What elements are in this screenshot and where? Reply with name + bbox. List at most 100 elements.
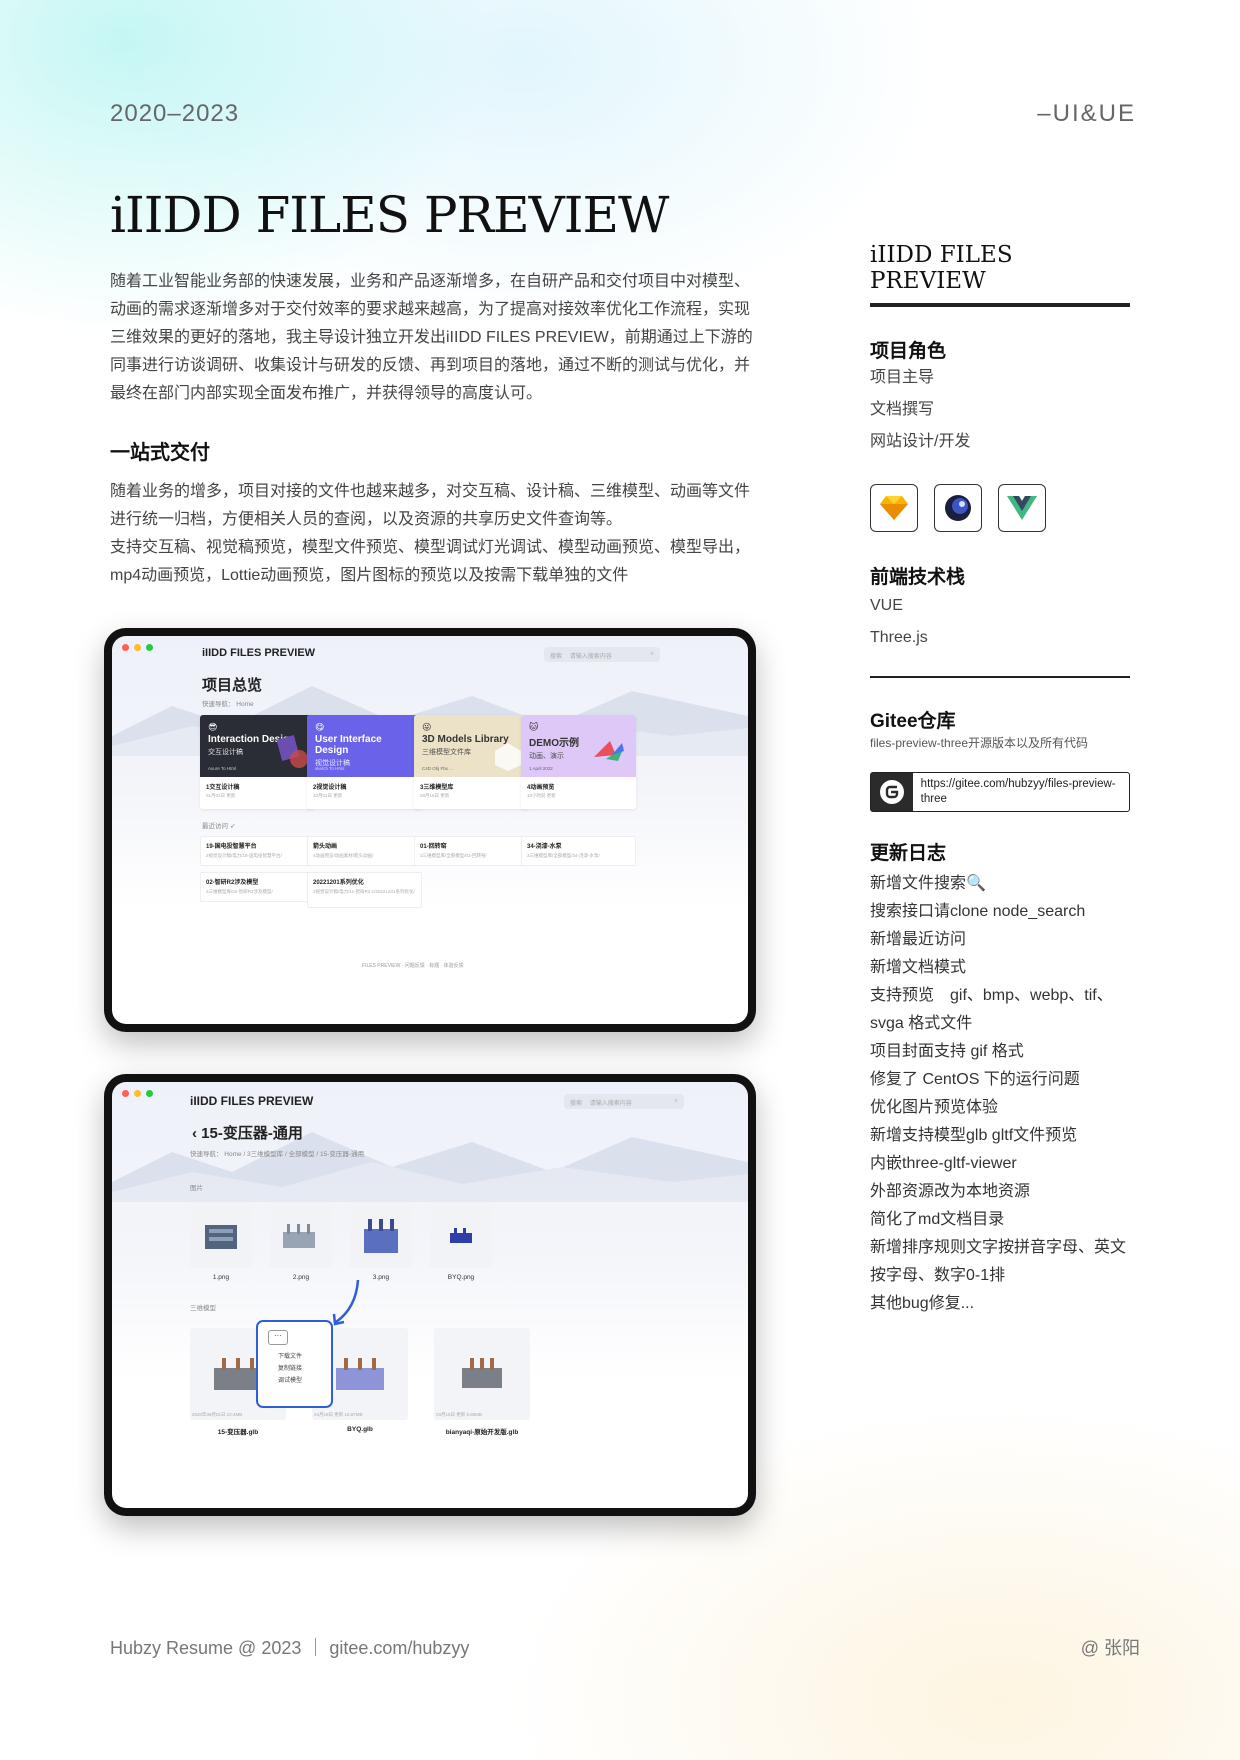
transformer-model-icon	[462, 1358, 502, 1388]
breadcrumb[interactable]: 快速导航： Home	[202, 698, 254, 708]
search-tab[interactable]: 搜索	[550, 654, 562, 660]
gitee-url[interactable]: https://gitee.com/hubzyy/files-preview-t…	[913, 773, 1129, 811]
page-title: 项目总览	[202, 677, 263, 694]
image-thumbnail[interactable]	[430, 1206, 492, 1268]
image-thumbnail[interactable]	[190, 1206, 252, 1268]
search-input[interactable]: 搜索 请输入搜索内容 ⌕	[564, 1094, 684, 1109]
cinema4d-logo-icon	[934, 484, 982, 532]
card-meta: 01月02日 更新	[206, 793, 236, 798]
changelog-item: 修复了 CentOS 下的运行问题	[870, 1071, 1080, 1088]
transformer-image-icon	[450, 1228, 472, 1243]
vue-logo-icon	[998, 484, 1046, 532]
project-card[interactable]: 😎 Interaction Design 交互设计稿 Axure To Html…	[200, 715, 315, 809]
model-meta: 03月15日 更新 5.86MB	[436, 1412, 483, 1417]
image-thumbnail[interactable]	[270, 1206, 332, 1268]
images-label: 图片	[190, 1185, 203, 1192]
section-paragraphs: 随着业务的增多，项目对接的文件也越来越多，对交互稿、设计稿、三维模型、动画等文件…	[110, 478, 756, 590]
card-meta: 08月15日 更新	[420, 793, 450, 798]
search-icon[interactable]: ⌕	[675, 1098, 678, 1105]
tech-list: VUE Three.js	[870, 592, 1134, 652]
card-illustration-icon	[276, 735, 308, 768]
recent-item[interactable]: 01-回转窑 3三维模型库/全部模型/01-回转窑/	[414, 836, 529, 866]
model-card[interactable]	[434, 1328, 530, 1420]
recent-label-text: 最近访问	[202, 823, 228, 830]
image-filename: 1.png	[212, 1274, 230, 1281]
recent-item[interactable]: 20221201系列优化 2视觉设计稿/电力/11-智研R2.1/20221201…	[307, 872, 422, 908]
footer-credit[interactable]: Hubzy Resume @ 2023 ｜ gitee.com/hubzyy	[110, 1634, 469, 1660]
project-card[interactable]: 🐱 DEMO示例 动画、演示 1 April 2022 4动画预览 10小时前 …	[521, 715, 636, 809]
recent-item[interactable]: 02-智研R2涉及模型 3三维模型库/02-智研R2涉及模型/	[200, 872, 315, 902]
window-controls[interactable]	[122, 1090, 153, 1097]
model-meta: 04月19日 更新 15.87MB	[314, 1412, 363, 1417]
gitee-link[interactable]: https://gitee.com/hubzyy/files-preview-t…	[870, 772, 1130, 812]
gitee-heading: Gitee仓库	[870, 711, 956, 732]
image-thumbnail[interactable]	[350, 1206, 412, 1268]
project-card[interactable]: 😋 User Interface Design 视觉设计稿 sketch To …	[307, 715, 422, 809]
model-detail-screen: iIIDD FILES PREVIEW 搜索 请输入搜索内容 ⌕ ‹ 15-变压…	[112, 1082, 748, 1508]
recent-item[interactable]: 19-国电投智慧平台 2视觉设计稿/电力/19-国电投智慧平台/	[200, 836, 315, 866]
changelog-item: 优化图片预览体验	[870, 1099, 999, 1116]
transformer-image-icon	[205, 1225, 237, 1249]
recent-item-name: 19-国电投智慧平台	[206, 844, 257, 850]
models-label: 三维模型	[190, 1305, 216, 1312]
role-item: 文档撰写	[870, 401, 935, 418]
page-title-text: 15-变压器-通用	[201, 1125, 303, 1142]
gitee-logo-icon	[871, 773, 913, 811]
model-filename: BYQ.glb	[347, 1426, 373, 1433]
breadcrumb[interactable]: 快速导航： Home / 3三维模型库 / 全部模型 / 15-变压器-通用	[190, 1148, 364, 1158]
changelog-item: 新增最近访问	[870, 931, 967, 948]
role-heading: 项目角色	[870, 341, 947, 362]
changelog-item: 其他bug修复...	[870, 1295, 975, 1312]
recent-item-path: 3三维模型库/全部模型/01-回转窑/	[420, 853, 487, 858]
search-tab[interactable]: 搜索	[570, 1101, 582, 1107]
card-tag: Axure To Html	[208, 766, 237, 771]
page-footer-links[interactable]: FILES PREVIEW · 问题反馈 · 标题 · 体验反馈	[362, 962, 464, 969]
changelog-item: 新增文档模式	[870, 959, 967, 976]
app-title: iIIDD FILES PREVIEW	[190, 1094, 314, 1108]
model-meta: 2020年08月01日 22:4MB	[192, 1412, 243, 1417]
project-card[interactable]: 😜 3D Models Library 三维模型文件库 C4D Obj Fbx …	[414, 715, 529, 809]
changelog-item: 新增支持模型glb gltf文件预览	[870, 1127, 1078, 1144]
menu-item-download[interactable]: 下载文件	[268, 1351, 321, 1363]
recent-item-path: 2视觉设计稿/电力/11-智研R2.1/20221201系列优化/	[313, 889, 415, 894]
card-meta: 10月01日 更新	[313, 793, 343, 798]
recent-item[interactable]: 箭头动画 4动画预览/动画素材/箭头动画/	[307, 836, 422, 866]
role-item: 网站设计/开发	[870, 433, 971, 450]
more-options-button[interactable]: ···	[268, 1330, 288, 1345]
divider	[870, 303, 1130, 307]
sidebar-title: iIIDD FILES PREVIEW	[870, 242, 1013, 294]
tablet-mockup-overview: iIIDD FILES PREVIEW 搜索 请输入搜索内容 ⌕ 项目总览 快速…	[104, 628, 756, 1032]
card-tag: C4D Obj Fbx ...	[422, 766, 454, 771]
changelog-item: 搜索接口请clone node_search	[870, 903, 1086, 920]
card-title: User Interface Design	[315, 734, 382, 756]
recent-item[interactable]: 34-浇漆-水泵 3三维模型库/全部模型/34-浇漆-水泵/	[521, 836, 636, 866]
changelog-item: 外部资源改为本地资源	[870, 1183, 1031, 1200]
card-name: 1交互设计稿	[206, 785, 240, 791]
window-controls[interactable]	[122, 644, 153, 651]
recent-label: 最近访问 ➶	[202, 820, 235, 830]
paper-plane-icon: ➶	[229, 823, 236, 830]
model-filename: bianyaqi-原始开发版.glb	[445, 1429, 519, 1436]
search-input[interactable]: 搜索 请输入搜索内容 ⌕	[544, 647, 660, 662]
card-cover: 🐱 DEMO示例 动画、演示 1 April 2022	[521, 715, 636, 777]
intro-paragraph: 随着工业智能业务部的快速发展，业务和产品逐渐增多，在自研产品和交付项目中对模型、…	[110, 273, 753, 402]
tech-item: Three.js	[870, 629, 928, 646]
changelog-list: 新增文件搜索🔍 搜索接口请clone node_search 新增最近访问 新增…	[870, 870, 1140, 1318]
menu-item-copy-link[interactable]: 复制链接	[268, 1363, 321, 1375]
changelog-item: 新增文件搜索🔍	[870, 875, 986, 892]
section-heading: 一站式交付	[110, 442, 210, 464]
transformer-image-icon	[283, 1224, 315, 1248]
changelog-item: 内嵌three-gltf-viewer	[870, 1155, 1017, 1172]
search-icon[interactable]: ⌕	[651, 651, 654, 658]
changelog-heading: 更新日志	[870, 843, 947, 864]
search-placeholder: 请输入搜索内容	[569, 654, 612, 660]
section-paragraph-2: 支持交互稿、视觉稿预览，模型文件预览、模型调试灯光调试、模型动画预览、模型导出，…	[110, 539, 751, 584]
recent-item-path: 4动画预览/动画素材/箭头动画/	[313, 853, 374, 858]
recent-item-name: 箭头动画	[313, 844, 338, 850]
search-placeholder: 请输入搜索内容	[589, 1101, 632, 1107]
back-arrow-icon[interactable]: ‹	[192, 1125, 197, 1142]
menu-item-debug-model[interactable]: 调试模型	[268, 1375, 321, 1387]
card-emoji-icon: 🐱	[529, 722, 539, 732]
year-range: 2020–2023	[110, 100, 240, 127]
card-illustration-icon	[594, 741, 624, 761]
